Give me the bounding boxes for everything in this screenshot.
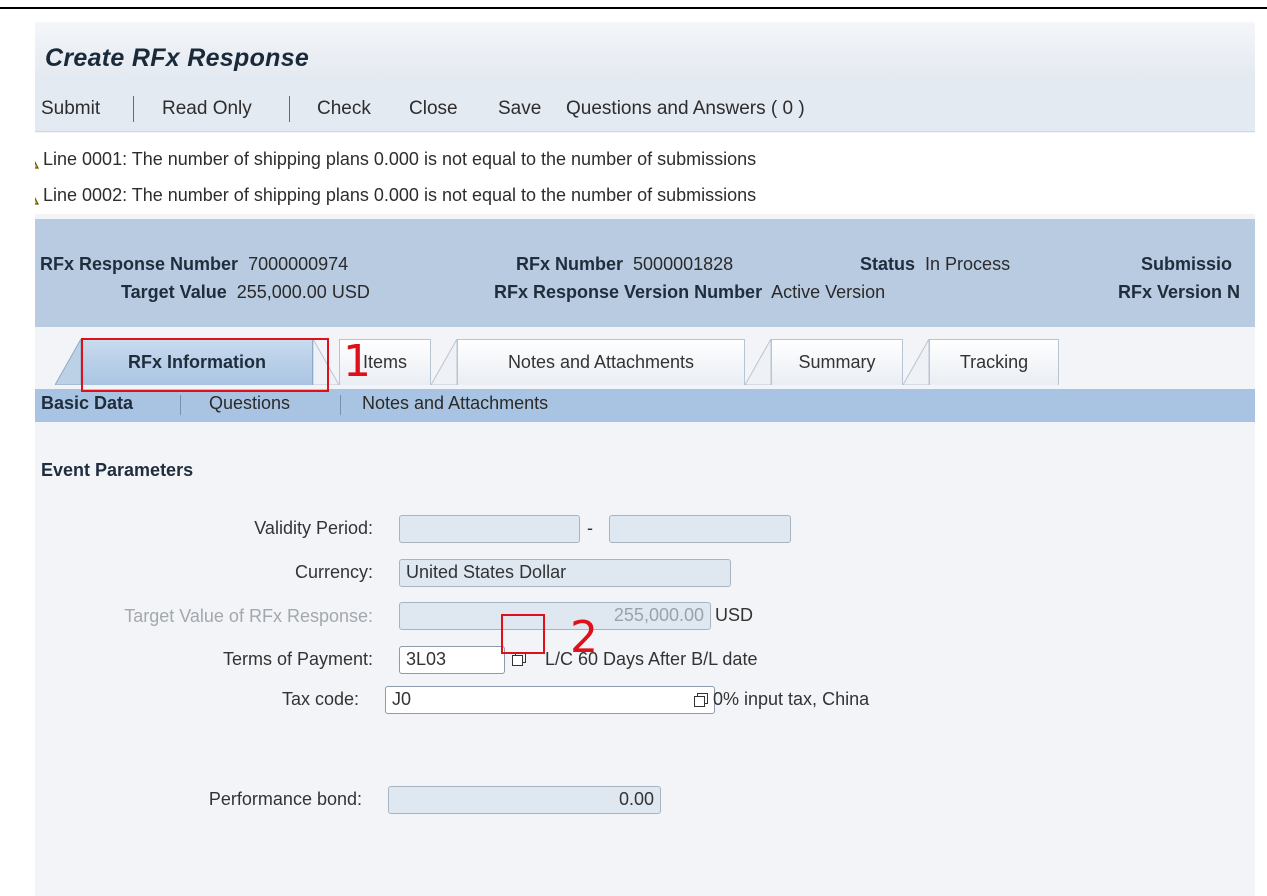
read-only-button[interactable]: Read Only: [162, 98, 252, 120]
highlight-box: [81, 338, 329, 392]
status-field: Status In Process: [860, 254, 1010, 275]
page: Create RFx Response Submit Read Only Che…: [35, 22, 1255, 896]
rfx-number-field: RFx Number 5000001828: [516, 254, 733, 275]
rfx-number-label: RFx Number: [516, 254, 624, 274]
tab-tracking[interactable]: Tracking: [929, 339, 1059, 385]
version-number-field: RFx Response Version Number Active Versi…: [494, 282, 885, 303]
basic-data-content: Event Parameters Validity Period: - Curr…: [35, 422, 1255, 896]
page-title: Create RFx Response: [45, 44, 310, 72]
terms-of-payment-input[interactable]: 3L03: [399, 646, 505, 674]
currency-label: Currency:: [294, 562, 373, 582]
version-number-value: Active Version: [771, 282, 886, 302]
value-help-icon[interactable]: [693, 692, 709, 708]
questions-and-answers-button[interactable]: Questions and Answers ( 0 ): [566, 98, 805, 120]
annotation-number: 1: [343, 336, 371, 387]
tab-edge: [55, 339, 81, 385]
toolbar-separator: [133, 96, 134, 122]
validity-to-input[interactable]: [609, 515, 791, 543]
tab-label: Summary: [798, 352, 876, 372]
validity-period-label: Validity Period:: [254, 518, 373, 538]
subtab-separator: [180, 395, 181, 415]
tab-summary[interactable]: Summary: [771, 339, 903, 385]
target-value-label: Target Value: [121, 282, 227, 302]
version-number-label: RFx Response Version Number: [494, 282, 763, 302]
message-line: Line 0002: The number of shipping plans …: [35, 185, 756, 206]
save-button[interactable]: Save: [498, 98, 541, 120]
tax-code-input[interactable]: J0: [385, 686, 715, 714]
highlight-box: [501, 614, 545, 654]
target-value-of-rfx-response-label: Target Value of RFx Response:: [124, 606, 373, 626]
warning-icon: [35, 161, 39, 169]
rfx-number-value: 5000001828: [633, 254, 734, 274]
submit-button[interactable]: Submit: [41, 98, 100, 120]
tab-edge: [431, 339, 457, 385]
response-number-label: RFx Response Number: [40, 254, 239, 274]
subtab-separator: [340, 395, 341, 415]
rfx-version-label: RFx Version N: [1118, 282, 1241, 302]
message-text: Line 0001: The number of shipping plans …: [43, 149, 757, 169]
title-bar: Create RFx Response: [35, 22, 1255, 82]
tab-label: Tracking: [959, 352, 1029, 372]
tab-notes-and-attachments[interactable]: Notes and Attachments: [457, 339, 745, 385]
currency-field: United States Dollar: [399, 559, 731, 587]
warning-icon: [35, 197, 39, 205]
response-number-value: 7000000974: [248, 254, 349, 274]
subtab-notes-and-attachments[interactable]: Notes and Attachments: [362, 393, 548, 414]
annotation-number: 2: [570, 612, 598, 663]
target-value-unit: USD: [715, 605, 754, 625]
message-area: Line 0001: The number of shipping plans …: [35, 133, 1255, 214]
validity-from-input[interactable]: [399, 515, 580, 543]
close-button[interactable]: Close: [409, 98, 458, 120]
status-value: In Process: [925, 254, 1011, 274]
message-text: Line 0002: The number of shipping plans …: [43, 185, 757, 205]
submission-field: Submissio: [1141, 254, 1232, 275]
status-label: Status: [860, 254, 916, 274]
target-value-field: Target Value 255,000.00 USD: [121, 282, 370, 303]
section-title: Event Parameters: [41, 460, 194, 480]
subtab-bar: Basic Data Questions Notes and Attachmen…: [35, 389, 1255, 422]
tab-label: Notes and Attachments: [507, 352, 695, 372]
target-value-value: 255,000.00 USD: [236, 282, 370, 302]
submission-label: Submissio: [1141, 254, 1233, 274]
target-value-field: 255,000.00: [399, 602, 711, 630]
response-number-field: RFx Response Number 7000000974: [40, 254, 348, 275]
tab-edge: [745, 339, 771, 385]
rfx-version-field: RFx Version N: [1118, 282, 1240, 303]
subtab-basic-data[interactable]: Basic Data: [41, 393, 133, 414]
validity-separator: -: [587, 518, 593, 538]
header-panel: RFx Response Number 7000000974 Target Va…: [35, 219, 1255, 327]
check-button[interactable]: Check: [317, 98, 371, 120]
subtab-questions[interactable]: Questions: [209, 393, 290, 414]
performance-bond-label: Performance bond:: [208, 789, 362, 809]
toolbar-separator: [289, 96, 290, 122]
performance-bond-field: 0.00: [388, 786, 661, 814]
terms-of-payment-label: Terms of Payment:: [222, 649, 373, 669]
top-divider: [0, 7, 1267, 9]
tax-code-label: Tax code:: [281, 689, 359, 709]
toolbar: Submit Read Only Check Close Save Questi…: [35, 82, 1255, 132]
tab-edge: [903, 339, 929, 385]
message-line: Line 0001: The number of shipping plans …: [35, 149, 756, 170]
tax-code-description: 0% input tax, China: [713, 689, 870, 709]
